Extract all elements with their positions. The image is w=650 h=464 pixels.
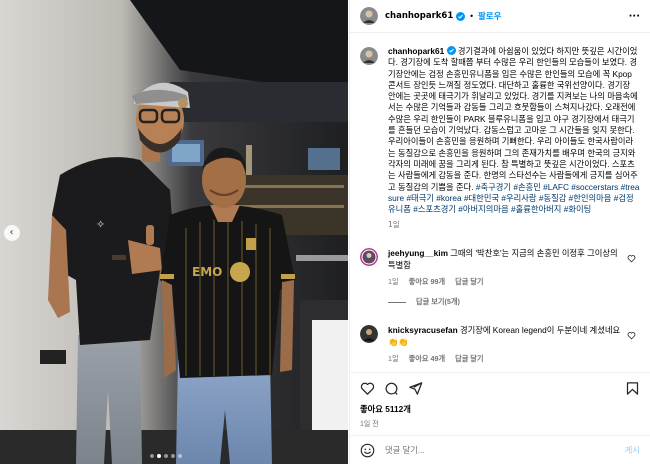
verified-badge-icon (446, 46, 456, 55)
caption-body: 경기결과에 아쉼움이 있었다 하지만 뜻깊은 시간이었다. 경기장에 도착 할때… (388, 46, 638, 192)
svg-text:✧: ✧ (96, 218, 105, 231)
caption-avatar[interactable] (360, 47, 378, 65)
comment-icon[interactable] (384, 381, 399, 396)
post-comment-button[interactable]: 게시 (625, 444, 640, 456)
photo-image: ✧ EMO (0, 0, 348, 464)
separator-dot: • (469, 11, 474, 21)
comment-likes[interactable]: 좋아요 49개 (409, 353, 445, 364)
author-avatar[interactable] (360, 7, 378, 25)
heart-outline-icon[interactable] (627, 331, 636, 340)
chevron-left-icon: ‹ (9, 227, 14, 238)
comment-time: 1일 (388, 353, 399, 363)
reply-button[interactable]: 답글 달기 (455, 276, 483, 287)
verified-badge-icon (456, 11, 466, 21)
follow-button[interactable]: 팔로우 (478, 10, 501, 22)
emoji-icon[interactable] (360, 443, 375, 458)
commenter-avatar[interactable] (360, 325, 378, 344)
comment-username[interactable]: jeehyung__kim (388, 248, 448, 258)
heart-outline-icon[interactable] (627, 254, 636, 263)
comment-username[interactable]: knicksyracusefan (388, 325, 458, 335)
jersey-sponsor-text: EMO (192, 265, 222, 279)
likes-count[interactable]: 좋아요 5112개 (360, 403, 640, 415)
more-options-icon[interactable]: ··· (629, 11, 640, 22)
bookmark-icon[interactable] (625, 381, 640, 396)
caption-time: 1일 (388, 220, 400, 230)
carousel-dot (178, 454, 182, 458)
post-date: 1일 전 (360, 421, 379, 428)
comment-form: 게시 (350, 435, 650, 464)
post-header: chanhopark61 • 팔로우 ··· (350, 0, 650, 33)
carousel-dot (164, 454, 168, 458)
view-replies-button[interactable]: 답글 보기(5개) (388, 297, 640, 307)
caption-username[interactable]: chanhopark61 (388, 46, 444, 56)
comment-item: knicksyracusefan 경기장에 Korean legend이 두분이… (360, 325, 640, 364)
commenter-avatar[interactable] (360, 248, 378, 267)
send-icon[interactable] (408, 381, 423, 396)
post-comments-area[interactable]: chanhopark61 경기결과에 아쉼움이 있었다 하지만 뜻깊은 시간이었… (350, 34, 650, 372)
carousel-prev-button[interactable]: ‹ (4, 225, 20, 241)
carousel-dot (171, 454, 175, 458)
comment-time: 1일 (388, 277, 399, 287)
post-photo[interactable]: ✧ EMO ‹ (0, 0, 348, 464)
comment-item: jeehyung__kim 그때의 '박찬호'는 지금의 손흥민 이정후 그이상… (360, 248, 640, 287)
caption-text: chanhopark61 경기결과에 아쉼움이 있었다 하지만 뜻깊은 시간이었… (388, 46, 640, 215)
carousel-dot-active (157, 454, 161, 458)
comment-input[interactable] (385, 445, 625, 455)
post-panel: chanhopark61 • 팔로우 ··· chanhopark61 경기결과… (349, 0, 650, 464)
comment-likes[interactable]: 좋아요 99개 (409, 276, 445, 287)
author-username[interactable]: chanhopark61 (385, 11, 453, 21)
caption: chanhopark61 경기결과에 아쉼움이 있었다 하지만 뜻깊은 시간이었… (360, 46, 640, 215)
post-actions: 좋아요 5112개 1일 전 (350, 372, 650, 432)
heart-icon[interactable] (360, 381, 375, 396)
carousel-dot (150, 454, 154, 458)
view-replies-label: 답글 보기(5개) (416, 297, 460, 307)
reply-button[interactable]: 답글 달기 (455, 353, 483, 364)
carousel-dots (150, 454, 182, 458)
